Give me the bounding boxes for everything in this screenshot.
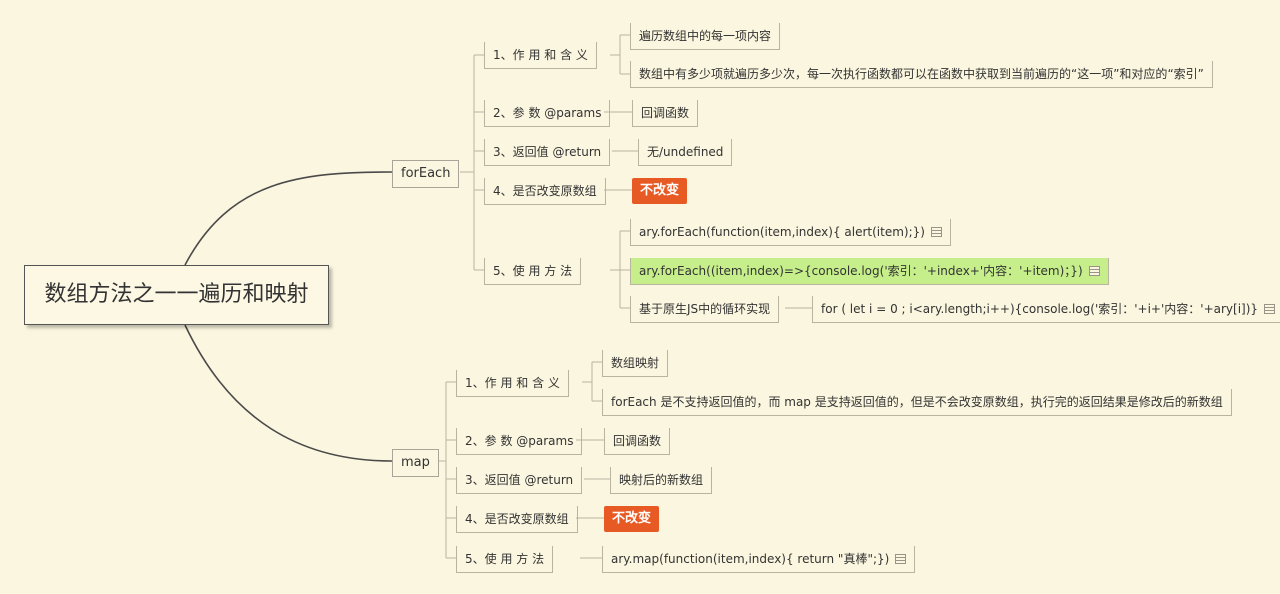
foreach-item-mutates[interactable]: 4、是否改变原数组 xyxy=(484,178,606,205)
foreach-detail-usage-3[interactable]: 基于原生JS中的循环实现 xyxy=(630,296,780,323)
note-icon[interactable] xyxy=(895,554,907,564)
map-item-meaning[interactable]: 1、作 用 和 含 义 xyxy=(456,370,569,397)
branch-foreach[interactable]: forEach xyxy=(392,160,460,188)
root-topic[interactable]: 数组方法之一一遍历和映射 xyxy=(24,265,329,325)
foreach-detail-loop[interactable]: for ( let i = 0 ; i<ary.length;i++){cons… xyxy=(812,296,1280,323)
map-detail-params[interactable]: 回调函数 xyxy=(604,428,671,455)
foreach-item-usage[interactable]: 5、使 用 方 法 xyxy=(484,258,582,285)
loop-code: for ( let i = 0 ; i<ary.length;i++){cons… xyxy=(821,302,1259,316)
note-icon[interactable] xyxy=(1088,266,1100,276)
foreach-detail-params[interactable]: 回调函数 xyxy=(632,100,699,127)
foreach-detail-usage-1[interactable]: ary.forEach(function(item,index){ alert(… xyxy=(630,219,951,246)
foreach-detail-usage-2[interactable]: ary.forEach((item,index)=>{console.log('… xyxy=(630,258,1109,285)
foreach-detail-return[interactable]: 无/undefined xyxy=(638,139,733,166)
map-item-usage[interactable]: 5、使 用 方 法 xyxy=(456,546,554,573)
note-icon[interactable] xyxy=(1264,304,1276,314)
map-detail-usage[interactable]: ary.map(function(item,index){ return "真棒… xyxy=(602,546,916,573)
foreach-detail-meaning-1[interactable]: 遍历数组中的每一项内容 xyxy=(630,23,781,50)
map-item-params[interactable]: 2、参 数 @params xyxy=(456,428,583,455)
map-item-mutates[interactable]: 4、是否改变原数组 xyxy=(456,506,578,533)
note-icon[interactable] xyxy=(930,227,942,237)
foreach-badge-unchanged[interactable]: 不改变 xyxy=(632,178,688,204)
map-badge-unchanged[interactable]: 不改变 xyxy=(604,506,660,532)
map-item-return[interactable]: 3、返回值 @return xyxy=(456,467,583,494)
foreach-item-return[interactable]: 3、返回值 @return xyxy=(484,139,611,166)
foreach-item-meaning[interactable]: 1、作 用 和 含 义 xyxy=(484,42,597,69)
foreach-item-params[interactable]: 2、参 数 @params xyxy=(484,100,611,127)
branch-map[interactable]: map xyxy=(392,449,439,477)
map-detail-meaning-1[interactable]: 数组映射 xyxy=(602,350,669,377)
usage-code: ary.forEach(function(item,index){ alert(… xyxy=(639,225,925,239)
map-detail-meaning-2[interactable]: forEach 是不支持返回值的，而 map 是支持返回值的，但是不会改变原数组… xyxy=(602,389,1232,416)
usage-code: ary.forEach((item,index)=>{console.log('… xyxy=(639,264,1083,278)
usage-code: ary.map(function(item,index){ return "真棒… xyxy=(611,552,890,566)
map-detail-return[interactable]: 映射后的新数组 xyxy=(610,467,713,494)
foreach-detail-meaning-2[interactable]: 数组中有多少项就遍历多少次，每一次执行函数都可以在函数中获取到当前遍历的“这一项… xyxy=(630,61,1213,88)
